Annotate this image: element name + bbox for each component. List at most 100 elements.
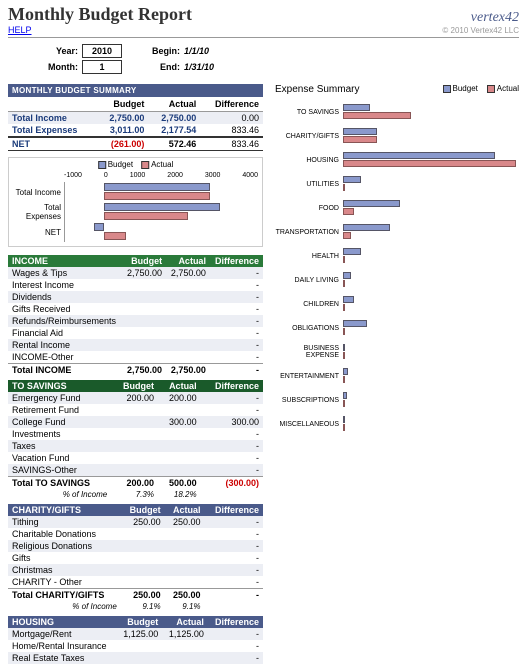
- cell: [122, 327, 166, 339]
- tick: 2000: [167, 172, 183, 179]
- expense-row: BUSINESS EXPENSE: [275, 343, 519, 361]
- cell: [165, 552, 205, 564]
- cell: [166, 279, 210, 291]
- cell: -: [210, 303, 263, 315]
- expense-legend: Budget Actual: [443, 84, 519, 93]
- cell: [111, 404, 158, 416]
- category-name: HOUSING: [8, 616, 117, 628]
- expense-bar-actual: [343, 256, 345, 263]
- cell: [165, 564, 205, 576]
- legend-text: Actual: [497, 84, 519, 93]
- cell: [165, 576, 205, 589]
- cell: 3,011.00: [96, 124, 148, 137]
- cell: -: [201, 440, 263, 452]
- expense-bar-budget: [343, 248, 361, 255]
- category-table: CHARITY/GIFTSBudgetActualDifferenceTithi…: [8, 504, 263, 612]
- total-cell: -: [205, 589, 263, 602]
- expense-label: MISCELLANEOUS: [275, 421, 343, 428]
- brand-copyright: © 2010 Vertex42 LLC: [442, 26, 519, 35]
- cell: [122, 279, 166, 291]
- pct-cell: 7.3%: [111, 489, 158, 500]
- cell: Mortgage/Rent: [8, 628, 117, 640]
- cell: -: [210, 291, 263, 303]
- expense-summary-header: Expense Summary Budget Actual: [275, 84, 519, 95]
- expense-bar-actual: [343, 112, 411, 119]
- page-title: Monthly Budget Report: [8, 4, 192, 25]
- end-value: 1/31/10: [184, 62, 214, 72]
- cell: Rental Income: [8, 339, 122, 351]
- pct-cell: 9.1%: [121, 601, 165, 612]
- actual-swatch: [487, 85, 495, 93]
- expense-label: ENTERTAINMENT: [275, 373, 343, 380]
- chart-row-label: Total Income: [9, 188, 64, 197]
- cell: [122, 303, 166, 315]
- expense-label: UTILITIES: [275, 181, 343, 188]
- expense-row: FOOD: [275, 199, 519, 217]
- cell: [121, 564, 165, 576]
- cell: Religious Donations: [8, 540, 121, 552]
- col-header: Actual: [165, 504, 205, 516]
- total-cell: (300.00): [201, 477, 263, 490]
- cell: [111, 428, 158, 440]
- expense-row: DAILY LIVING: [275, 271, 519, 289]
- legend-text: Budget: [453, 84, 478, 93]
- expense-bar-budget: [343, 128, 377, 135]
- category-table: INCOMEBudgetActualDifferenceWages & Tips…: [8, 255, 263, 376]
- cell: [166, 339, 210, 351]
- total-cell: 250.00: [165, 589, 205, 602]
- summary-chart: Budget Actual -1000 0 1000 2000 3000 400…: [8, 157, 263, 247]
- month-input[interactable]: 1: [82, 60, 122, 74]
- cell: -: [205, 576, 263, 589]
- cell: -: [208, 652, 263, 664]
- cell: -: [210, 267, 263, 279]
- expense-bar-budget: [343, 320, 367, 327]
- cell: 300.00: [158, 416, 201, 428]
- cell: 200.00: [158, 392, 201, 404]
- cell: -: [201, 392, 263, 404]
- col-budget: Budget: [96, 97, 148, 112]
- brand-block: vertex42 © 2010 Vertex42 LLC: [442, 10, 519, 35]
- begin-value: 1/1/10: [184, 46, 214, 56]
- cell: 2,750.00: [122, 267, 166, 279]
- cell: Real Estate Taxes: [8, 652, 117, 664]
- total-cell: -: [210, 364, 263, 377]
- cell: [166, 315, 210, 327]
- category-name: CHARITY/GIFTS: [8, 504, 121, 516]
- chart-bar: [94, 223, 104, 231]
- net-budget: (261.00): [96, 137, 148, 151]
- cell: College Fund: [8, 416, 111, 428]
- category-table: TO SAVINGSBudgetActualDifferenceEmergenc…: [8, 380, 263, 500]
- help-link[interactable]: HELP: [8, 25, 32, 35]
- cell: [121, 528, 165, 540]
- expense-label: BUSINESS EXPENSE: [275, 345, 343, 359]
- chart-bar: [104, 183, 210, 191]
- cell: [121, 552, 165, 564]
- cell: [165, 528, 205, 540]
- expense-bar-budget: [343, 392, 347, 399]
- cell: [158, 464, 201, 477]
- cell: Investments: [8, 428, 111, 440]
- pct-cell: 18.2%: [158, 489, 201, 500]
- expense-row: TRANSPORTATION: [275, 223, 519, 241]
- cell: Vacation Fund: [8, 452, 111, 464]
- cell: -: [205, 516, 263, 528]
- cell: -: [210, 315, 263, 327]
- category-table: HOUSINGBudgetActualDifferenceMortgage/Re…: [8, 616, 263, 664]
- year-input[interactable]: 2010: [82, 44, 122, 58]
- col-actual: Actual: [148, 97, 200, 112]
- expense-bar-actual: [343, 208, 354, 215]
- expense-row: HOUSING: [275, 151, 519, 169]
- cell: [122, 351, 166, 364]
- cell: 2,750.00: [96, 112, 148, 125]
- cell: 1,125.00: [162, 628, 208, 640]
- cell: Wages & Tips: [8, 267, 122, 279]
- expense-bar-budget: [343, 104, 370, 111]
- total-cell: Total CHARITY/GIFTS: [8, 589, 121, 602]
- expense-bar-budget: [343, 272, 351, 279]
- chart-legend: Budget Actual: [98, 160, 174, 169]
- expense-bar-actual: [343, 280, 345, 287]
- tick: 0: [104, 172, 108, 179]
- net-actual: 572.46: [148, 137, 200, 151]
- cell: [121, 540, 165, 552]
- total-cell: Total INCOME: [8, 364, 122, 377]
